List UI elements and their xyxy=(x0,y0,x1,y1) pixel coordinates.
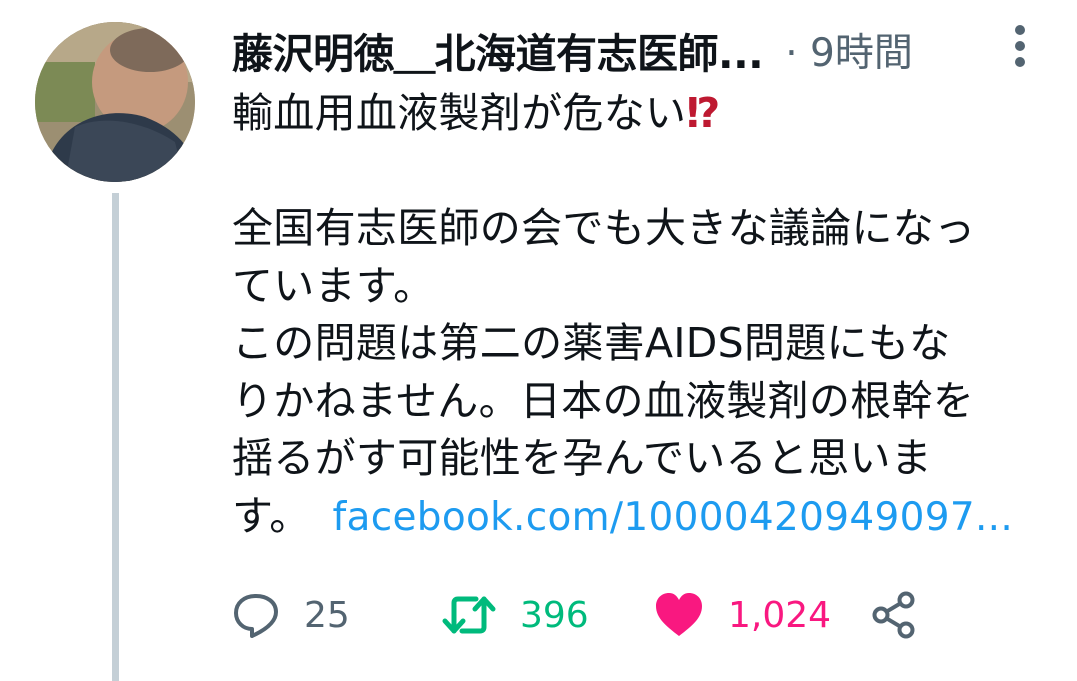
tweet-text-line: りかねません。日本の血液製剤の根幹を xyxy=(232,376,975,425)
reply-button[interactable]: 25 xyxy=(232,585,350,645)
tweet-text-line: 揺るがす可能性を孕んでいると思いま xyxy=(232,434,933,482)
more-options-icon[interactable] xyxy=(1010,22,1030,70)
tweet[interactable]: 藤沢明徳＿北海道有志医師... · 9時間 輸血用血液製剤が危ない⁉ 全国有志医… xyxy=(0,0,1077,681)
action-bar: 25 396 1,024 xyxy=(232,585,932,645)
share-button[interactable] xyxy=(870,585,916,645)
tweet-text-line: ています。 xyxy=(232,261,435,310)
timestamp[interactable]: · 9時間 xyxy=(785,22,913,78)
like-count: 1,024 xyxy=(728,594,832,636)
interrobang-emoji: ⁉ xyxy=(686,89,721,137)
avatar-photo xyxy=(35,22,195,182)
tweet-text-line: この問題は第二の薬害AIDS問題にもな xyxy=(232,319,951,367)
share-icon xyxy=(872,591,915,639)
tweet-text-line: 輸血用血液製剤が危ない xyxy=(232,89,687,137)
retweet-button[interactable]: 396 xyxy=(442,585,589,645)
reply-count: 25 xyxy=(304,594,350,636)
avatar[interactable] xyxy=(35,22,195,182)
retweet-icon xyxy=(442,596,496,634)
retweet-count: 396 xyxy=(520,594,589,636)
heart-icon xyxy=(656,593,702,636)
like-button[interactable]: 1,024 xyxy=(654,585,831,645)
reply-icon xyxy=(234,594,278,638)
author-name[interactable]: 藤沢明徳＿北海道有志医師... xyxy=(232,20,764,80)
external-link[interactable]: facebook.com/10000420949097... xyxy=(333,495,1014,540)
tweet-header: 藤沢明徳＿北海道有志医師... · 9時間 xyxy=(232,20,1052,80)
thread-line xyxy=(112,193,119,681)
tweet-text-line: す。 xyxy=(232,491,311,540)
tweet-text-line: 全国有志医師の会でも大きな議論になっ xyxy=(232,204,976,252)
tweet-text: 輸血用血液製剤が危ない⁉ 全国有志医師の会でも大きな議論になっ ています。 この… xyxy=(232,85,1062,546)
